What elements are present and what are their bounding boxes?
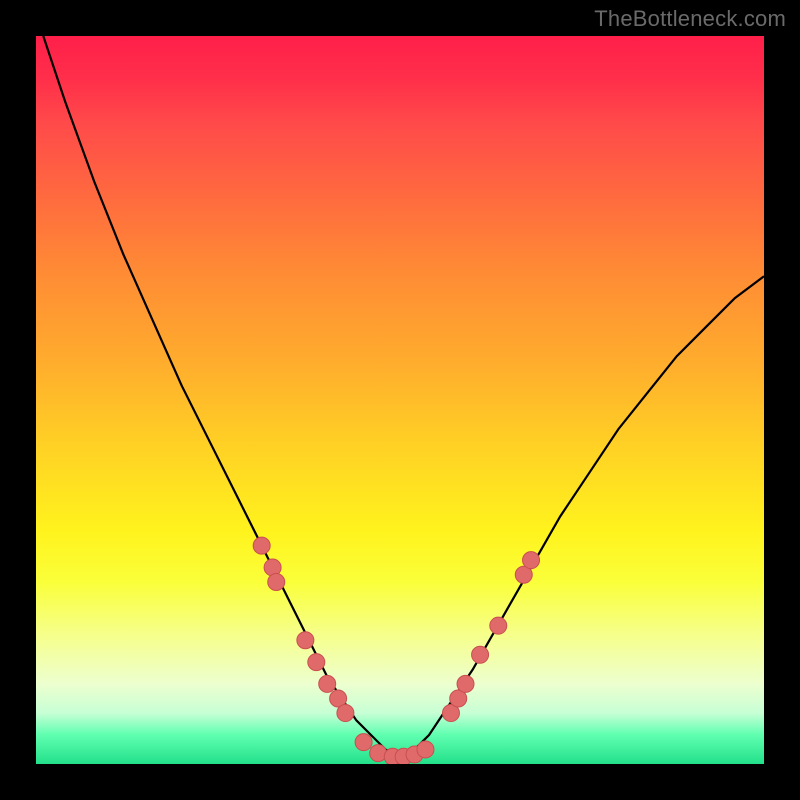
data-marker (319, 675, 336, 692)
data-marker (457, 675, 474, 692)
plot-area (36, 36, 764, 764)
data-marker (417, 741, 434, 758)
bottleneck-curve (43, 36, 764, 757)
chart-frame: TheBottleneck.com (0, 0, 800, 800)
data-marker (308, 654, 325, 671)
data-marker (297, 632, 314, 649)
data-marker (490, 617, 507, 634)
chart-svg (36, 36, 764, 764)
data-marker (355, 734, 372, 751)
data-marker (337, 705, 354, 722)
watermark: TheBottleneck.com (594, 6, 786, 32)
data-marker (253, 537, 270, 554)
data-marker (472, 646, 489, 663)
data-marker (523, 552, 540, 569)
marker-group (253, 537, 539, 764)
data-marker (268, 574, 285, 591)
